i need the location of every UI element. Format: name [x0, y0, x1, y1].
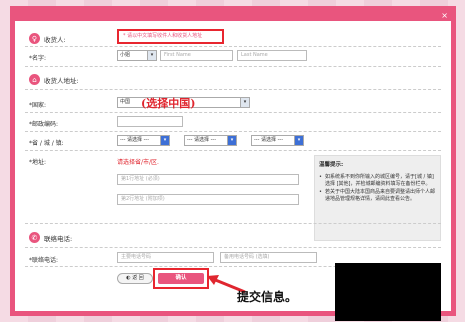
- district-select-value: --- 请选择 ---: [254, 137, 284, 143]
- divider: [25, 89, 441, 90]
- divider: [25, 46, 441, 47]
- submit-annotation: 提交信息。: [237, 290, 298, 304]
- backup-phone-input[interactable]: 备用电话号码 (选填): [220, 252, 317, 263]
- divider: [25, 112, 441, 113]
- name-label: *名字:: [29, 55, 47, 62]
- back-button-label: 返 回: [132, 275, 144, 281]
- chevron-down-icon: ▾: [147, 51, 156, 60]
- recipient-section-title: 收货人:: [44, 35, 66, 44]
- postal-code-label: *邮政编码:: [29, 121, 59, 128]
- divider: [25, 150, 441, 151]
- postal-code-input[interactable]: [117, 116, 183, 127]
- divider: [25, 223, 441, 224]
- contact-section-header: ✆ 联络电话:: [29, 232, 72, 243]
- close-icon[interactable]: ×: [441, 11, 448, 21]
- tips-title: 温馨提示:: [319, 162, 344, 168]
- back-button[interactable]: ◐ 返 回: [117, 273, 153, 284]
- chevron-down-icon: ▾: [227, 136, 236, 145]
- title-select[interactable]: 小姐 ▾: [117, 50, 157, 61]
- address-label: *地址:: [29, 159, 47, 166]
- city-select-value: --- 请选择 ---: [187, 137, 217, 143]
- tip-item: 若关于中国大陆本国商品来自要调整请出师个人邮递地品管理规格详情，请阅此查看公告。: [319, 189, 436, 202]
- confirm-highlight: 确认: [153, 268, 209, 289]
- country-label: *国家:: [29, 102, 47, 109]
- divider: [25, 131, 441, 132]
- phone-icon: ✆: [29, 232, 40, 243]
- address-section-title: 收货人地址:: [44, 76, 79, 85]
- chevron-down-icon: ▾: [160, 136, 169, 145]
- recipient-section-header: ♀ 收货人:: [29, 33, 66, 44]
- house-icon: ⌂: [29, 74, 40, 85]
- tip-item: 如系统系不到你所输入的城区编号，请于[城 / 镇]选择 [其他]，并检城邮编资料…: [319, 174, 436, 187]
- province-select[interactable]: --- 请选择 --- ▾: [117, 135, 170, 146]
- address-section-header: ⌂ 收货人地址:: [29, 74, 79, 85]
- title-select-value: 小姐: [120, 52, 131, 58]
- country-select-value: 中国: [120, 99, 131, 105]
- first-name-input[interactable]: First Name: [160, 50, 233, 61]
- address-warning: 请选择省/市/区.: [117, 159, 159, 166]
- city-select[interactable]: --- 请选择 --- ▾: [184, 135, 237, 146]
- region-label: *省 / 城 / 镇:: [29, 140, 64, 147]
- address-line2-input[interactable]: 第2行地址 (附加项): [117, 194, 299, 205]
- divider: [25, 247, 441, 248]
- tips-box: 温馨提示: 如系统系不到你所输入的城区编号，请于[城 / 镇]选择 [其他]，并…: [314, 155, 441, 241]
- district-select[interactable]: --- 请选择 --- ▾: [251, 135, 304, 146]
- last-name-input[interactable]: Last Name: [237, 50, 307, 61]
- phone-label: *联络电话:: [29, 257, 59, 264]
- user-icon: ♀: [29, 33, 40, 44]
- contact-section-title: 联络电话:: [44, 234, 73, 243]
- address-line1-input[interactable]: 第1行地址 (必须): [117, 174, 299, 185]
- black-overlay: [335, 263, 441, 321]
- dialog-header-bar: ×: [15, 11, 451, 21]
- select-china-annotation: (选择中国): [141, 97, 196, 110]
- chinese-input-hint: * 请以中文填写收件人和收货人地址: [117, 29, 224, 44]
- divider: [25, 66, 441, 67]
- province-select-value: --- 请选择 ---: [120, 137, 150, 143]
- chevron-down-icon: ▾: [240, 98, 249, 107]
- confirm-button[interactable]: 确认: [158, 273, 204, 284]
- back-arrow-icon: ◐: [126, 275, 131, 281]
- address-dialog: × ♀ 收货人: * 请以中文填写收件人和收货人地址 *名字: 小姐 ▾ Fir…: [10, 6, 456, 321]
- primary-phone-input[interactable]: 主要电话号码: [117, 252, 214, 263]
- chevron-down-icon: ▾: [294, 136, 303, 145]
